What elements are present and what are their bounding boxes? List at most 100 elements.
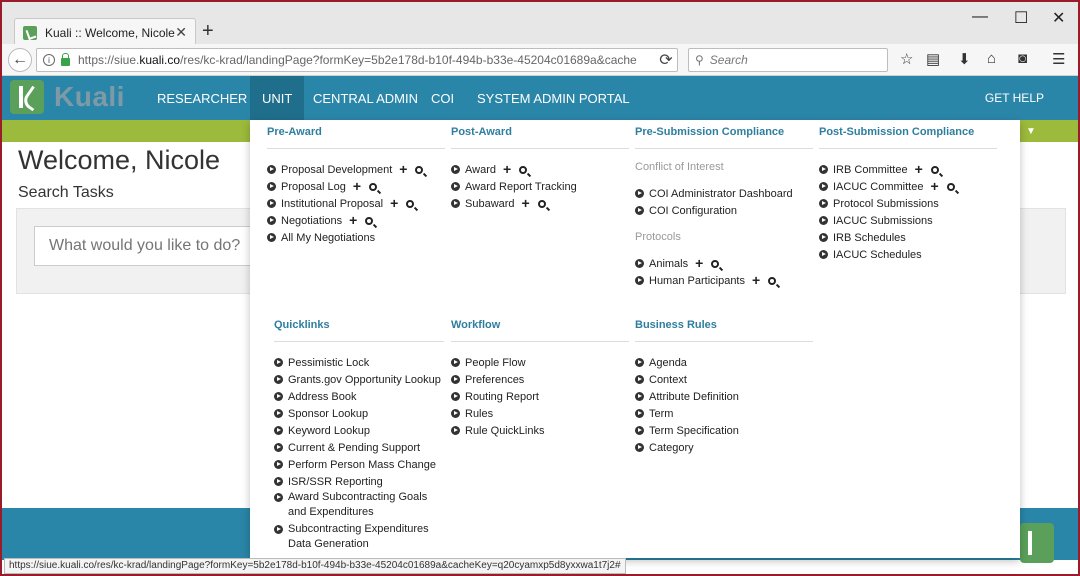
arrow-circle-icon — [635, 206, 644, 215]
get-help-link[interactable]: GET HELP — [985, 76, 1044, 120]
reload-icon[interactable]: ⟳ — [654, 48, 678, 72]
menu-item-keyword-lookup[interactable]: Keyword Lookup — [274, 422, 444, 439]
kuali-logo-icon — [10, 80, 44, 114]
tab-close-icon[interactable]: ✕ — [175, 24, 187, 41]
arrow-circle-icon — [451, 392, 460, 401]
arrow-circle-icon — [274, 477, 283, 486]
chevron-down-icon[interactable]: ▼ — [1020, 120, 1042, 142]
menu-item-iacuc-schedules[interactable]: IACUC Schedules — [819, 246, 997, 263]
menu-item-context[interactable]: Context — [635, 371, 813, 388]
menu-item-protocol-submissions[interactable]: Protocol Submissions — [819, 195, 997, 212]
browser-tab[interactable]: Kuali :: Welcome, Nicole ✕ — [14, 18, 196, 46]
new-tab-button[interactable]: + — [202, 20, 214, 43]
menu-item-label: Animals — [649, 257, 689, 270]
search-icon[interactable] — [930, 165, 939, 174]
menu-unit[interactable]: UNIT — [250, 76, 305, 120]
menu-item-coi-admin-dashboard[interactable]: COI Administrator Dashboard — [635, 185, 813, 202]
menu-item-label: Agenda — [649, 356, 687, 369]
menu-item-label: Human Participants — [649, 274, 745, 287]
plus-icon[interactable]: + — [390, 196, 398, 210]
arrow-circle-icon — [819, 165, 828, 174]
menu-item-human-participants[interactable]: Human Participants + — [635, 272, 813, 289]
plus-icon[interactable]: + — [399, 162, 407, 176]
menu-central-admin[interactable]: CENTRAL ADMIN — [301, 76, 430, 120]
plus-icon[interactable]: + — [522, 196, 530, 210]
hamburger-menu-icon[interactable]: ☰ — [1052, 50, 1065, 68]
menu-item-label: Address Book — [288, 390, 357, 403]
menu-item-sponsor-lookup[interactable]: Sponsor Lookup — [274, 405, 444, 422]
search-icon[interactable] — [406, 199, 415, 208]
menu-item-routing-report[interactable]: Routing Report — [451, 388, 629, 405]
plus-icon[interactable]: + — [503, 162, 511, 176]
menu-item-all-my-negotiations[interactable]: All My Negotiations — [267, 229, 445, 246]
menu-item-animals[interactable]: Animals + — [635, 255, 813, 272]
url-bar[interactable]: i https://siue. kuali.co/res/kc-krad/land… — [36, 48, 678, 72]
search-icon[interactable] — [711, 259, 720, 268]
home-icon[interactable]: ⌂ — [987, 50, 996, 67]
menu-item-address-book[interactable]: Address Book — [274, 388, 444, 405]
menu-coi[interactable]: COI — [419, 76, 466, 120]
arrow-circle-icon — [451, 165, 460, 174]
workflow-column: Workflow People Flow Preferences Routing… — [451, 319, 629, 439]
menu-item-negotiations[interactable]: Negotiations + — [267, 212, 445, 229]
menu-item-agenda[interactable]: Agenda — [635, 354, 813, 371]
plus-icon[interactable]: + — [930, 179, 938, 193]
menu-item-iacuc-committee[interactable]: IACUC Committee + — [819, 178, 997, 195]
menu-item-rules[interactable]: Rules — [451, 405, 629, 422]
window-close-icon[interactable]: ✕ — [1052, 8, 1065, 28]
menu-item-coi-configuration[interactable]: COI Configuration — [635, 202, 813, 219]
plus-icon[interactable]: + — [349, 213, 357, 227]
search-icon[interactable] — [768, 276, 777, 285]
menu-item-grants-gov-lookup[interactable]: Grants.gov Opportunity Lookup — [274, 371, 444, 388]
menu-item-award-report-tracking[interactable]: Award Report Tracking — [451, 178, 629, 195]
quicklinks-column: Quicklinks Pessimistic Lock Grants.gov O… — [274, 319, 444, 554]
arrow-circle-icon — [635, 443, 644, 452]
menu-system-admin-portal[interactable]: SYSTEM ADMIN PORTAL — [465, 76, 642, 120]
menu-item-irb-committee[interactable]: IRB Committee + — [819, 161, 997, 178]
plus-icon[interactable]: + — [353, 179, 361, 193]
menu-item-pessimistic-lock[interactable]: Pessimistic Lock — [274, 354, 444, 371]
menu-item-rule-quicklinks[interactable]: Rule QuickLinks — [451, 422, 629, 439]
url-host: kuali.co — [139, 53, 181, 67]
search-icon[interactable] — [365, 216, 374, 225]
menu-item-proposal-development[interactable]: Proposal Development + — [267, 161, 445, 178]
menu-item-subaward[interactable]: Subaward + — [451, 195, 629, 212]
menu-item-award-subcontracting-goals[interactable]: Award Subcontracting Goals and Expenditu… — [274, 490, 444, 522]
menu-item-term[interactable]: Term — [635, 405, 813, 422]
menu-item-award[interactable]: Award + — [451, 161, 629, 178]
search-icon[interactable] — [415, 165, 424, 174]
menu-item-attribute-definition[interactable]: Attribute Definition — [635, 388, 813, 405]
menu-item-subcontracting-expenditures[interactable]: Subcontracting Expenditures Data Generat… — [274, 522, 444, 554]
menu-item-current-pending-support[interactable]: Current & Pending Support — [274, 439, 444, 456]
menu-item-preferences[interactable]: Preferences — [451, 371, 629, 388]
menu-item-proposal-log[interactable]: Proposal Log + — [267, 178, 445, 195]
menu-item-person-mass-change[interactable]: Perform Person Mass Change — [274, 456, 444, 473]
minimize-icon[interactable]: — — [972, 8, 988, 26]
maximize-icon[interactable]: ☐ — [1014, 8, 1028, 28]
info-icon[interactable]: i — [43, 54, 55, 66]
menu-item-isr-ssr-reporting[interactable]: ISR/SSR Reporting — [274, 473, 444, 490]
menu-item-label: Institutional Proposal — [281, 197, 384, 210]
bookmark-star-icon[interactable]: ☆ — [900, 50, 913, 68]
search-icon[interactable] — [519, 165, 528, 174]
menu-item-iacuc-submissions[interactable]: IACUC Submissions — [819, 212, 997, 229]
search-icon[interactable] — [369, 182, 378, 191]
plus-icon[interactable]: + — [695, 256, 703, 270]
menu-researcher[interactable]: RESEARCHER — [145, 76, 259, 120]
menu-item-people-flow[interactable]: People Flow — [451, 354, 629, 371]
browser-search-input[interactable]: ⚲ Search — [688, 48, 888, 72]
menu-item-term-specification[interactable]: Term Specification — [635, 422, 813, 439]
download-icon[interactable]: ⬇ — [958, 50, 971, 68]
back-arrow-icon[interactable]: ← — [8, 48, 32, 72]
reading-list-icon[interactable]: ▤ — [926, 50, 940, 68]
search-icon[interactable] — [537, 199, 546, 208]
kuali-logo[interactable]: Kuali — [10, 80, 125, 114]
arrow-circle-icon — [451, 426, 460, 435]
pocket-icon[interactable]: ◙ — [1018, 50, 1027, 67]
menu-item-category[interactable]: Category — [635, 439, 813, 456]
menu-item-institutional-proposal[interactable]: Institutional Proposal + — [267, 195, 445, 212]
menu-item-irb-schedules[interactable]: IRB Schedules — [819, 229, 997, 246]
plus-icon[interactable]: + — [915, 162, 923, 176]
search-icon[interactable] — [946, 182, 955, 191]
plus-icon[interactable]: + — [752, 273, 760, 287]
